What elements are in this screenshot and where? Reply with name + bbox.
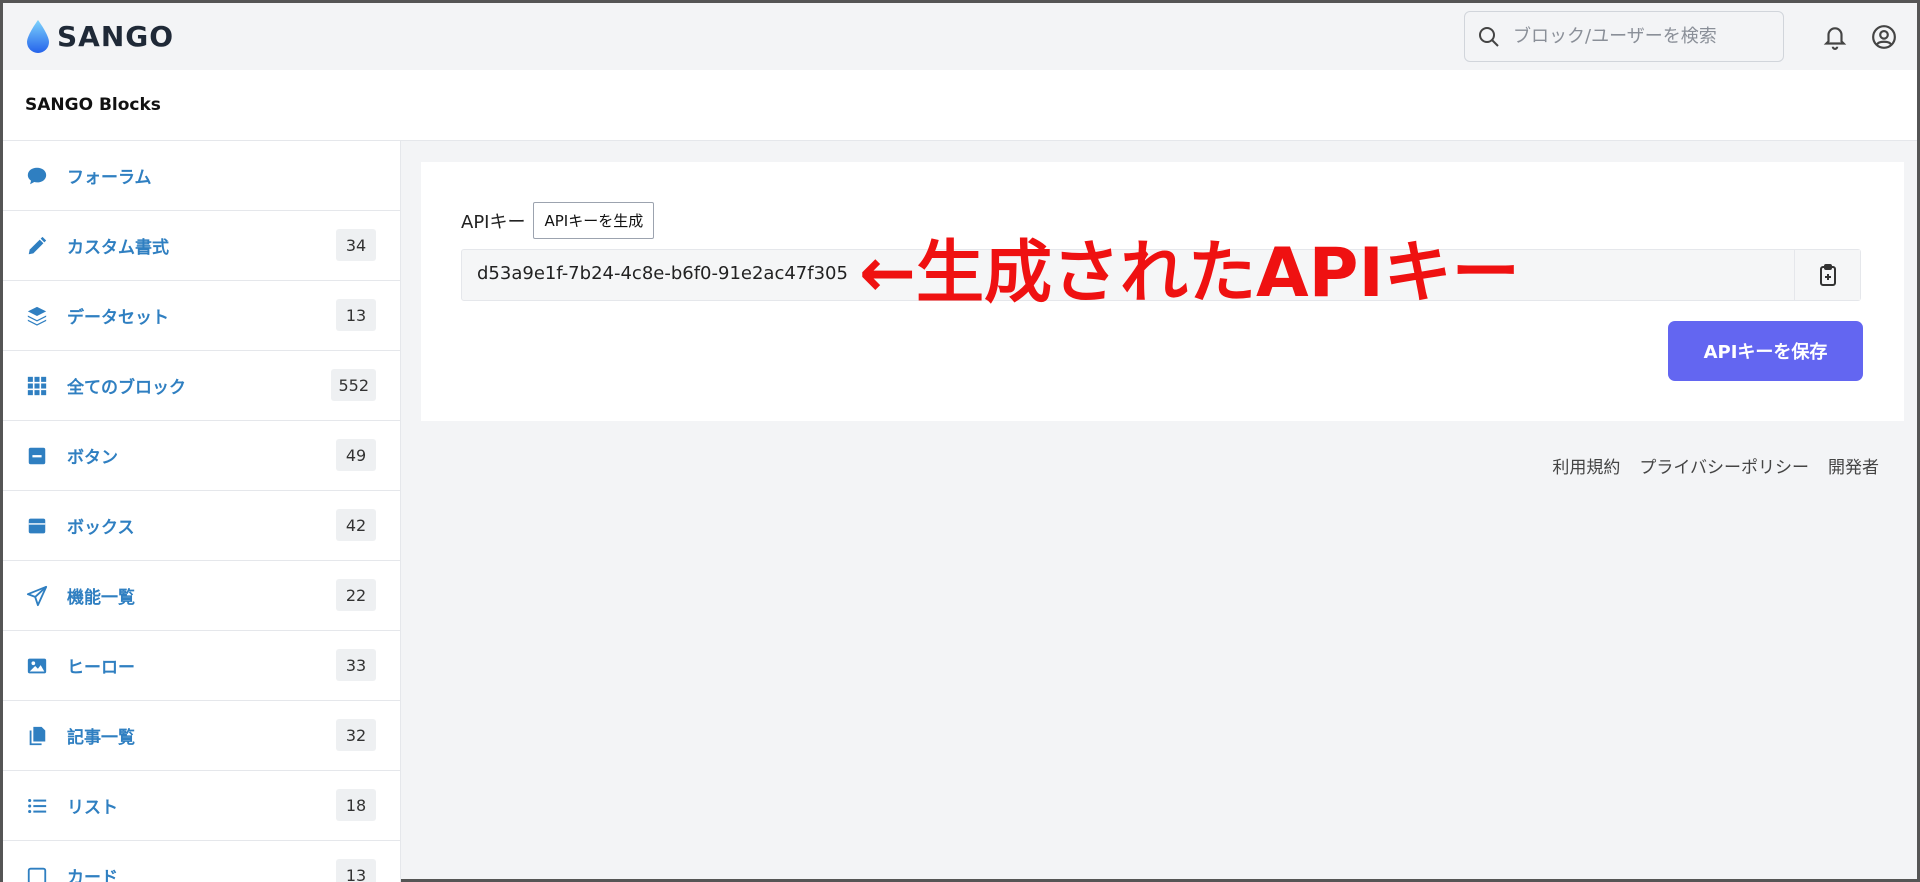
- layers-icon: [25, 304, 49, 328]
- sidebar-item-article-list[interactable]: 記事一覧 32: [3, 701, 400, 771]
- sidebar-item-all-blocks[interactable]: 全てのブロック 552: [3, 351, 400, 421]
- count-badge: 13: [336, 859, 376, 882]
- sidebar-item-list[interactable]: リスト 18: [3, 771, 400, 841]
- sidebar-item-label: 機能一覧: [67, 588, 135, 608]
- api-key-value: d53a9e1f-7b24-4c8e-b6f0-91e2ac47f305: [477, 263, 848, 284]
- sidebar-item-button[interactable]: ボタン 49: [3, 421, 400, 491]
- sidebar-item-card[interactable]: カード 13: [3, 841, 400, 882]
- box-icon: [25, 514, 49, 538]
- sidebar: フォーラム カスタム書式 34 データセット 13 全てのブロック 552 ボタ…: [3, 141, 401, 882]
- comment-icon: [25, 164, 49, 188]
- sub-header: SANGO Blocks: [3, 70, 1917, 141]
- search-input[interactable]: [1513, 26, 1773, 47]
- footer-link-developer[interactable]: 開発者: [1828, 453, 1879, 478]
- sidebar-item-label: リスト: [67, 798, 118, 818]
- count-badge: 34: [336, 229, 376, 261]
- sidebar-item-dataset[interactable]: データセット 13: [3, 281, 400, 351]
- save-api-key-button[interactable]: APIキーを保存: [1668, 321, 1863, 381]
- sidebar-item-label: ボタン: [67, 448, 118, 468]
- sidebar-item-label: 全てのブロック: [67, 378, 186, 398]
- sidebar-item-label: データセット: [67, 308, 169, 328]
- footer-link-privacy[interactable]: プライバシーポリシー: [1639, 453, 1809, 478]
- logo-text: SANGO: [57, 20, 175, 53]
- sidebar-item-forum[interactable]: フォーラム: [3, 141, 400, 211]
- count-badge: 32: [336, 719, 376, 751]
- site-title[interactable]: SANGO Blocks: [25, 95, 161, 115]
- copy-to-clipboard-button[interactable]: [1794, 250, 1860, 300]
- count-badge: 22: [336, 579, 376, 611]
- footer-link-terms[interactable]: 利用規約: [1552, 453, 1620, 478]
- top-bar: SANGO: [3, 3, 1917, 70]
- sidebar-item-label: ヒーロー: [67, 658, 135, 678]
- search-box[interactable]: [1464, 11, 1784, 62]
- api-key-card: APIキー APIキーを生成 d53a9e1f-7b24-4c8e-b6f0-9…: [421, 162, 1904, 421]
- sidebar-item-feature-list[interactable]: 機能一覧 22: [3, 561, 400, 631]
- api-label-row: APIキー APIキーを生成: [461, 202, 655, 239]
- sidebar-item-label: カスタム書式: [67, 238, 169, 258]
- annotation-text: ←生成されたAPIキー: [859, 234, 1520, 313]
- search-icon: [1479, 26, 1499, 47]
- count-badge: 49: [336, 439, 376, 471]
- pencil-icon: [25, 234, 49, 258]
- clipboard-icon: [1819, 264, 1836, 286]
- user-account-icon[interactable]: [1871, 24, 1897, 50]
- card-icon: [25, 864, 49, 882]
- count-badge: 552: [331, 369, 376, 401]
- count-badge: 42: [336, 509, 376, 541]
- button-icon: [25, 444, 49, 468]
- count-badge: 18: [336, 789, 376, 821]
- count-badge: 13: [336, 299, 376, 331]
- footer-links: 利用規約 プライバシーポリシー 開発者: [1552, 453, 1879, 478]
- droplet-icon: [27, 19, 49, 53]
- logo[interactable]: SANGO: [25, 19, 174, 55]
- copy-icon: [25, 724, 49, 748]
- sidebar-item-label: 記事一覧: [67, 728, 135, 748]
- count-badge: 33: [336, 649, 376, 681]
- sidebar-item-label: フォーラム: [67, 168, 152, 188]
- image-icon: [25, 654, 49, 678]
- bell-icon[interactable]: [1822, 24, 1848, 50]
- grid-icon: [25, 374, 49, 398]
- generate-api-key-button[interactable]: APIキーを生成: [533, 202, 655, 239]
- sidebar-item-hero[interactable]: ヒーロー 33: [3, 631, 400, 701]
- api-key-label: APIキー: [461, 211, 526, 233]
- paper-plane-icon: [25, 584, 49, 608]
- list-icon: [25, 794, 49, 818]
- sidebar-item-label: ボックス: [67, 518, 135, 538]
- sidebar-item-box[interactable]: ボックス 42: [3, 491, 400, 561]
- sidebar-item-custom-format[interactable]: カスタム書式 34: [3, 211, 400, 281]
- sidebar-item-label: カード: [67, 868, 118, 882]
